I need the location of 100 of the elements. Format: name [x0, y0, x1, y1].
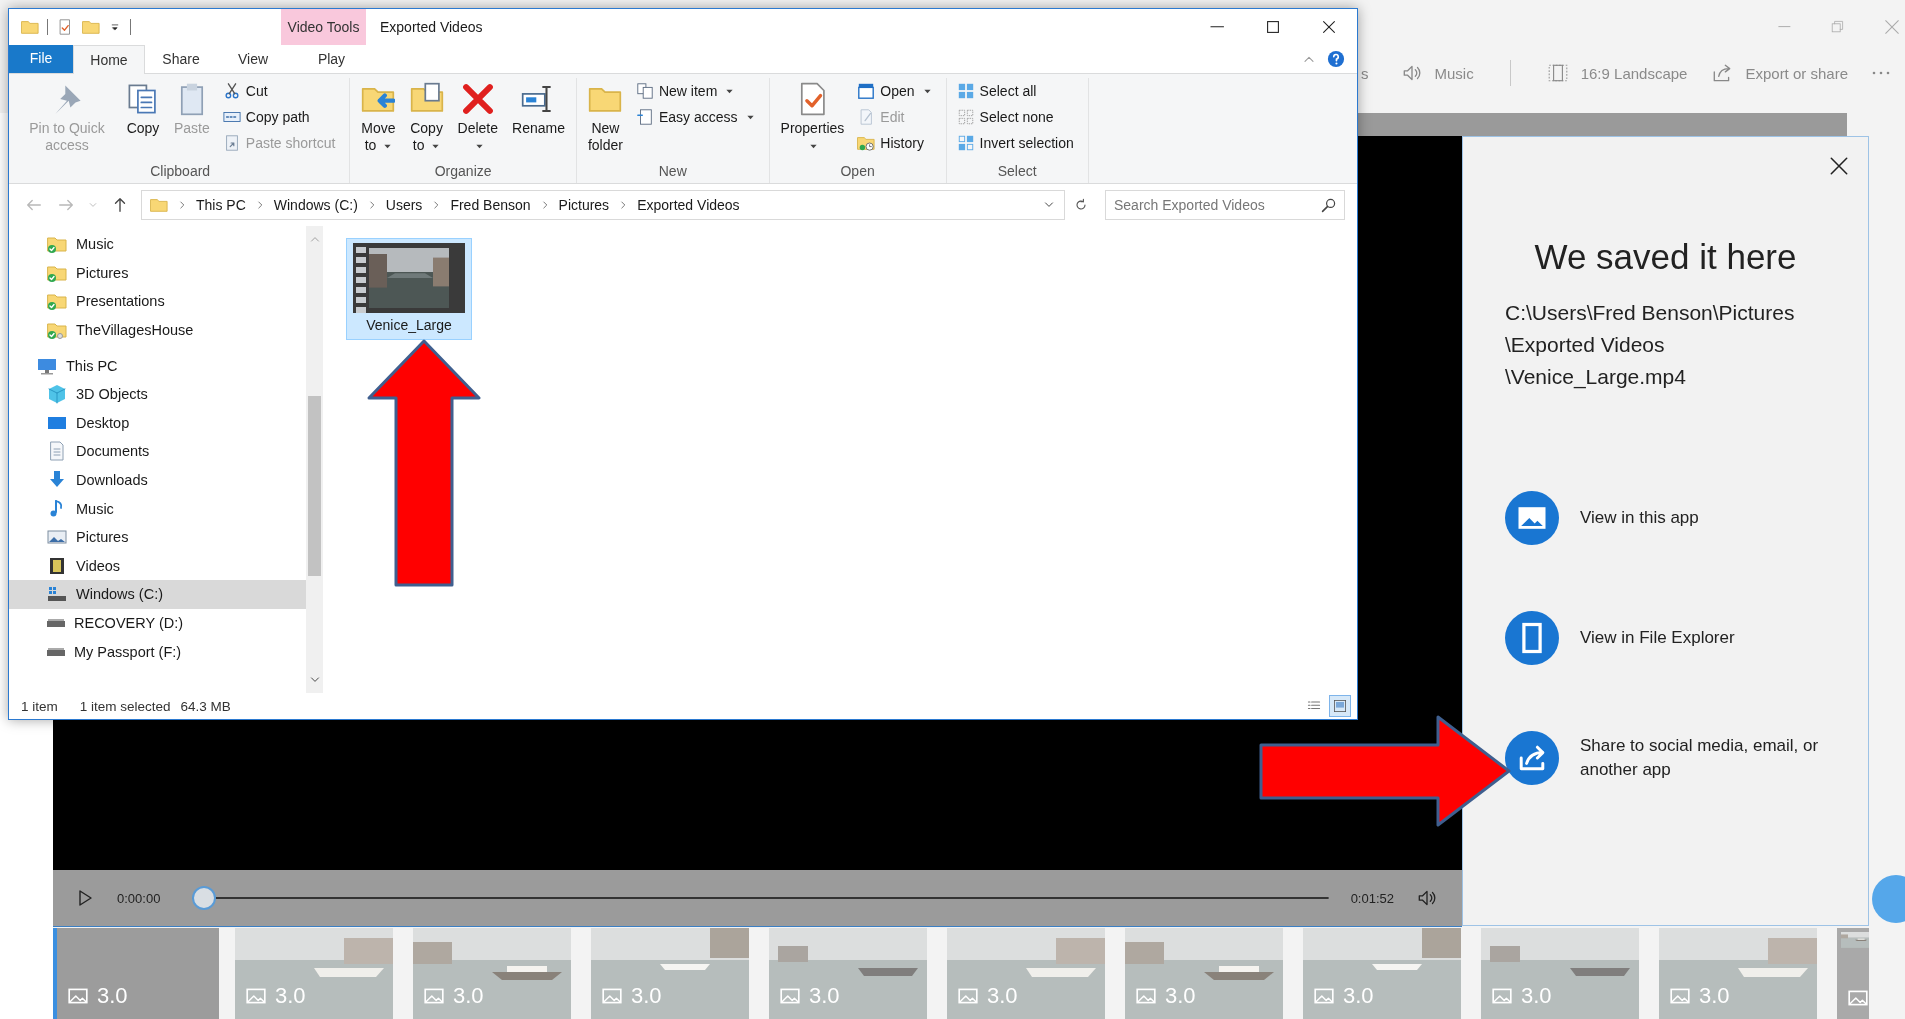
nav-item[interactable]: Downloads — [9, 465, 306, 495]
nav-item[interactable]: Documents — [9, 437, 306, 466]
search-field[interactable]: Search Exported Videos — [1105, 190, 1345, 220]
ribbon-tab[interactable]: View — [217, 45, 289, 73]
folder-icon — [82, 18, 100, 36]
close-icon — [1828, 155, 1850, 177]
nav-item[interactable]: RECOVERY (D:) — [9, 608, 306, 638]
drive-icon — [47, 647, 65, 656]
breadcrumb[interactable]: Pictures — [558, 197, 610, 213]
panel-title: We saved it here — [1533, 237, 1798, 277]
ribbon-button[interactable]: History — [857, 132, 932, 154]
file-item[interactable]: Venice_Large — [346, 238, 472, 340]
history-icon — [857, 134, 876, 152]
ribbon-button[interactable]: Select none — [956, 106, 1074, 128]
search-icon — [1321, 197, 1337, 213]
scissors-icon — [222, 82, 241, 100]
contextual-tab-header: Video Tools — [281, 9, 366, 45]
select-none-icon — [956, 108, 975, 126]
ribbon-button[interactable]: Invert selection — [956, 132, 1074, 154]
synced-folder-icon — [47, 291, 67, 312]
ribbon-button[interactable]: New folder — [582, 78, 628, 163]
group-label: Organize — [433, 163, 493, 181]
tablet-icon — [1505, 611, 1559, 665]
clip-duration: 3.0 — [1165, 983, 1196, 1009]
clip-duration: 3.0 — [275, 983, 306, 1009]
address-bar[interactable]: This PC Windows (C:) Users Fred Benson Pictures Exported Videos — [141, 190, 1065, 220]
minimize-icon — [1778, 25, 1791, 29]
nav-item[interactable]: Pictures — [9, 522, 306, 552]
scrollbar[interactable] — [306, 226, 323, 693]
shared-folder-icon — [47, 320, 67, 341]
clip-duration: 3.0 — [631, 983, 662, 1009]
slider-thumb[interactable] — [192, 886, 217, 910]
close-button[interactable] — [1828, 155, 1850, 177]
ribbon-button[interactable]: Move to — [356, 78, 401, 163]
image-icon — [1505, 491, 1559, 545]
invert-selection-icon — [956, 134, 975, 152]
large-icons-view-icon — [1332, 698, 1348, 714]
ribbon-button[interactable]: Properties — [775, 78, 850, 163]
ribbon-tab[interactable]: Home — [73, 45, 145, 74]
file-path: \Venice_Large.mp4 — [1505, 364, 1687, 391]
synced-folder-icon — [47, 234, 67, 255]
file-path: C:\Users\Fred Benson\Pictures — [1505, 300, 1796, 326]
nav-item[interactable]: Presentations — [9, 287, 306, 316]
nav-item[interactable]: 3D Objects — [9, 379, 306, 409]
clip-duration: 3.0 — [1699, 983, 1730, 1009]
cube-icon — [47, 384, 67, 405]
delete-icon — [460, 82, 495, 116]
breadcrumb[interactable]: Windows (C:) — [273, 197, 358, 213]
ribbon-tab[interactable]: Play — [289, 45, 374, 73]
nav-item[interactable]: Windows (C:) — [9, 580, 306, 609]
page-icon — [635, 108, 654, 126]
drive-icon — [47, 619, 65, 627]
aspect-ratio-icon — [1546, 62, 1569, 84]
ribbon-button[interactable]: New item — [635, 80, 755, 102]
nav-item[interactable]: Music — [9, 494, 306, 523]
document-icon — [47, 441, 67, 462]
close-icon — [1883, 18, 1901, 36]
ribbon-button[interactable]: Easy access — [635, 106, 755, 128]
nav-item[interactable]: Desktop — [9, 408, 306, 438]
ribbon-button[interactable]: Copy — [121, 78, 165, 163]
ribbon-button[interactable]: Copy path — [222, 106, 336, 128]
nav-item[interactable]: Pictures — [9, 258, 306, 288]
nav-item[interactable]: My Passport (F:) — [9, 637, 306, 666]
nav-item[interactable]: TheVillagesHouse — [9, 315, 306, 345]
view-button[interactable] — [1329, 695, 1351, 717]
breadcrumb[interactable]: Users — [385, 197, 423, 213]
breadcrumb[interactable]: Exported Videos — [637, 197, 740, 213]
help-icon — [1327, 50, 1345, 68]
breadcrumb[interactable]: This PC — [196, 197, 246, 213]
action-link[interactable]: View in File Explorer — [1505, 611, 1838, 665]
ribbon-tab[interactable]: File — [9, 45, 73, 73]
ribbon-tab[interactable]: Share — [145, 45, 217, 73]
ribbon-button[interactable]: Delete — [452, 78, 503, 163]
film-icon — [47, 555, 67, 576]
ribbon-button[interactable]: Open — [857, 80, 932, 102]
share-icon — [1505, 731, 1559, 785]
nav-item[interactable]: Videos — [9, 551, 306, 581]
ribbon-button[interactable]: Cut — [222, 80, 336, 102]
clip-duration: 3.0 — [1343, 983, 1374, 1009]
ribbon-button[interactable]: Copy to — [404, 78, 449, 163]
scrollbar-thumb[interactable] — [308, 396, 321, 576]
clip-duration: 3.0 — [987, 983, 1018, 1009]
duration-time: 0:01:52 — [1350, 890, 1394, 906]
restore-icon — [1829, 19, 1845, 35]
clip-tile[interactable] — [1837, 928, 1869, 1019]
clip-duration: 3.0 — [809, 983, 840, 1009]
more-icon — [1872, 71, 1890, 75]
clip-duration: 3.0 — [453, 983, 484, 1009]
nav-item[interactable]: This PC — [9, 351, 306, 380]
clip-duration: 3.0 — [97, 983, 128, 1009]
ribbon-button[interactable]: Select all — [956, 80, 1074, 102]
action-link[interactable]: Share to social media, email, or another app — [1505, 731, 1838, 785]
clapperboard-icon — [857, 82, 876, 100]
action-link[interactable]: View in this app — [1505, 491, 1838, 545]
toolbar-label: s — [1361, 64, 1369, 82]
breadcrumb[interactable]: Fred Benson — [450, 197, 531, 213]
group-label: Open — [839, 163, 876, 181]
nav-item[interactable]: Music — [9, 230, 306, 259]
ribbon-button[interactable]: Rename — [507, 78, 570, 163]
maximize-icon — [1264, 18, 1282, 36]
